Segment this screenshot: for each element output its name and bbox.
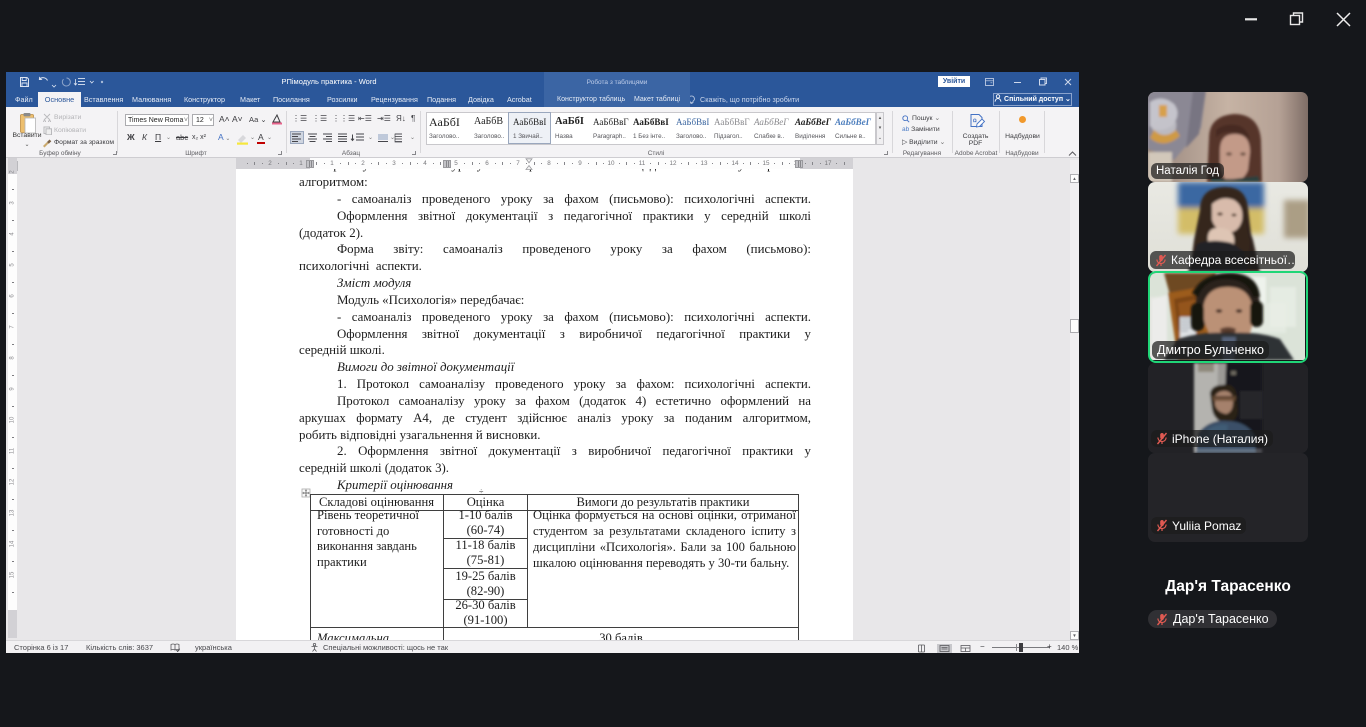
svg-text:ꭥ: ꭥ <box>973 118 977 124</box>
